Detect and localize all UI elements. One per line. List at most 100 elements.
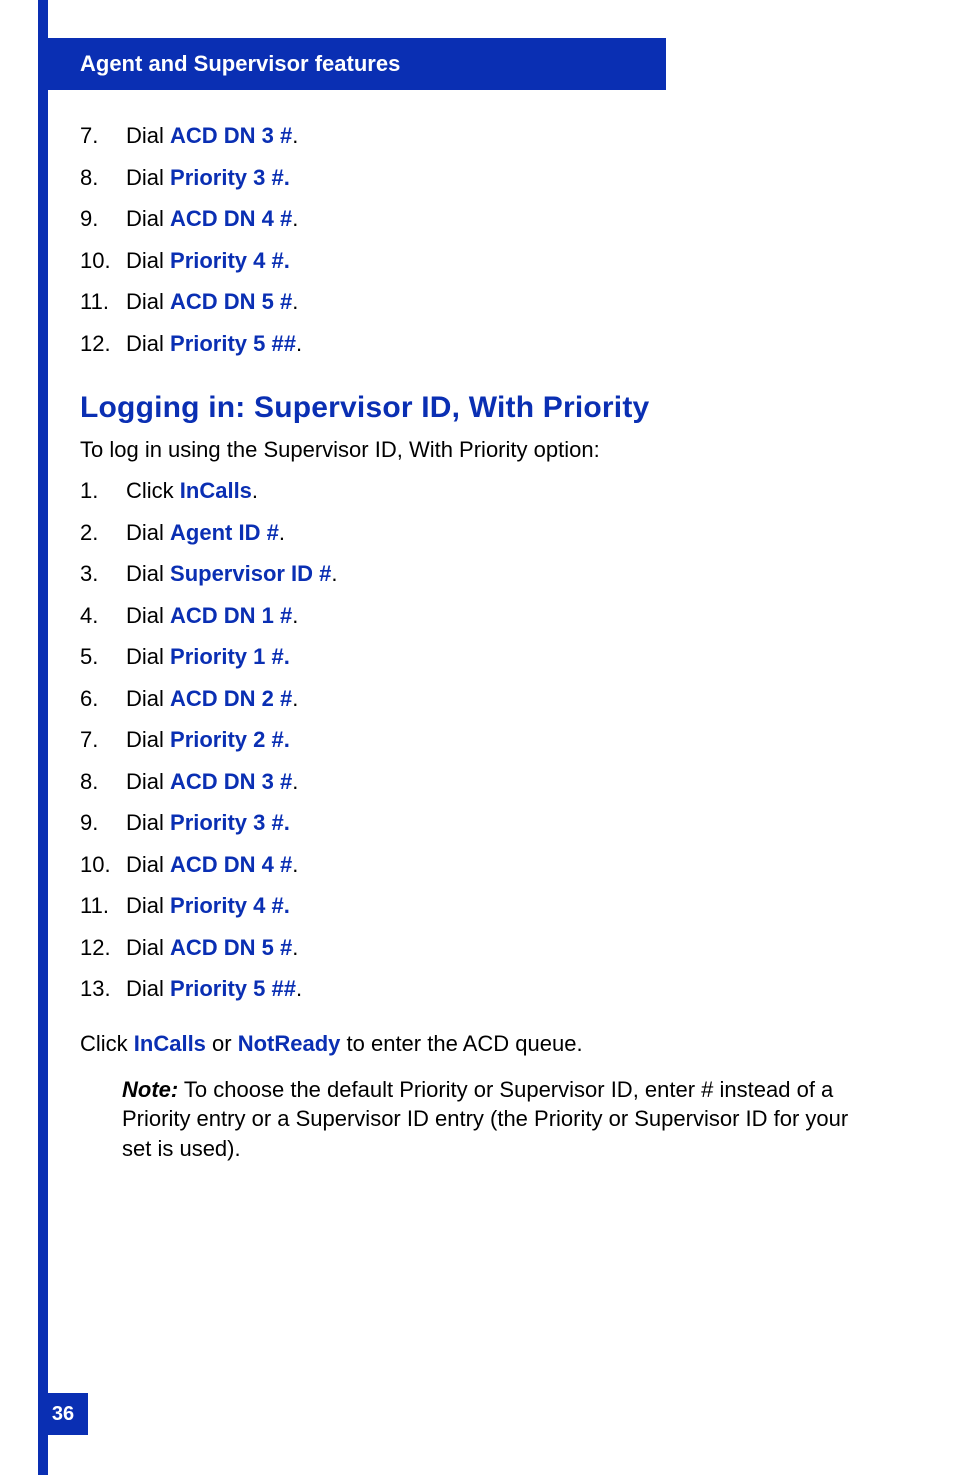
- subsection-intro: To log in using the Supervisor ID, With …: [80, 437, 880, 463]
- step-body: Dial Priority 5 ##.: [126, 330, 302, 358]
- step-item: 7.Dial ACD DN 3 #.: [80, 122, 880, 150]
- step-lead: Dial: [126, 331, 170, 356]
- step-body: Dial Supervisor ID #.: [126, 560, 338, 588]
- step-tail: .: [292, 289, 298, 314]
- step-item: 10.Dial Priority 4 #.: [80, 247, 880, 275]
- step-item: 5.Dial Priority 1 #.: [80, 643, 880, 671]
- step-lead: Dial: [126, 769, 170, 794]
- step-lead: Dial: [126, 976, 170, 1001]
- step-body: Dial ACD DN 4 #.: [126, 851, 298, 879]
- click-line-mid: or: [206, 1031, 238, 1056]
- step-tail: .: [252, 478, 258, 503]
- note-label: Note:: [122, 1077, 178, 1102]
- step-lead: Dial: [126, 561, 170, 586]
- step-lead: Dial: [126, 123, 170, 148]
- step-item: 12.Dial ACD DN 5 #.: [80, 934, 880, 962]
- subsection-heading: Logging in: Supervisor ID, With Priority: [80, 391, 880, 425]
- step-tail: .: [292, 935, 298, 960]
- step-keyword: ACD DN 3 #: [170, 769, 292, 794]
- step-item: 13.Dial Priority 5 ##.: [80, 975, 880, 1003]
- step-body: Dial Priority 5 ##.: [126, 975, 302, 1003]
- step-lead: Dial: [126, 686, 170, 711]
- step-lead: Dial: [126, 727, 170, 752]
- page-content: 7.Dial ACD DN 3 #.8.Dial Priority 3 #.9.…: [80, 108, 880, 1164]
- step-number: 1.: [80, 477, 126, 505]
- step-number: 3.: [80, 560, 126, 588]
- step-body: Dial ACD DN 2 #.: [126, 685, 298, 713]
- step-number: 8.: [80, 164, 126, 192]
- step-keyword: Priority 5 ##: [170, 976, 296, 1001]
- step-keyword: ACD DN 2 #: [170, 686, 292, 711]
- step-item: 9.Dial Priority 3 #.: [80, 809, 880, 837]
- step-keyword: Priority 4 #.: [170, 248, 290, 273]
- step-tail: .: [279, 520, 285, 545]
- step-body: Dial ACD DN 5 #.: [126, 934, 298, 962]
- left-strip: [38, 0, 48, 1475]
- top-step-list: 7.Dial ACD DN 3 #.8.Dial Priority 3 #.9.…: [80, 122, 880, 357]
- step-lead: Dial: [126, 520, 170, 545]
- step-item: 6.Dial ACD DN 2 #.: [80, 685, 880, 713]
- step-item: 8.Dial ACD DN 3 #.: [80, 768, 880, 796]
- step-lead: Dial: [126, 935, 170, 960]
- step-keyword: ACD DN 5 #: [170, 289, 292, 314]
- step-body: Dial Priority 4 #.: [126, 892, 290, 920]
- step-body: Dial Agent ID #.: [126, 519, 285, 547]
- step-number: 7.: [80, 726, 126, 754]
- step-number: 11.: [80, 288, 126, 316]
- step-item: 11.Dial Priority 4 #.: [80, 892, 880, 920]
- step-body: Dial Priority 2 #.: [126, 726, 290, 754]
- step-item: 1.Click InCalls.: [80, 477, 880, 505]
- step-item: 2.Dial Agent ID #.: [80, 519, 880, 547]
- step-tail: .: [292, 769, 298, 794]
- step-keyword: Priority 2 #.: [170, 727, 290, 752]
- section-step-list: 1.Click InCalls.2.Dial Agent ID #.3.Dial…: [80, 477, 880, 1003]
- step-keyword: ACD DN 3 #: [170, 123, 292, 148]
- step-tail: .: [296, 331, 302, 356]
- step-keyword: InCalls: [180, 478, 252, 503]
- step-body: Dial ACD DN 1 #.: [126, 602, 298, 630]
- section-header: Agent and Supervisor features: [38, 38, 666, 90]
- step-keyword: Priority 3 #.: [170, 810, 290, 835]
- step-lead: Dial: [126, 289, 170, 314]
- step-item: 9.Dial ACD DN 4 #.: [80, 205, 880, 233]
- step-keyword: ACD DN 5 #: [170, 935, 292, 960]
- step-number: 10.: [80, 247, 126, 275]
- step-keyword: Priority 5 ##: [170, 331, 296, 356]
- note-block: Note: To choose the default Priority or …: [122, 1075, 862, 1164]
- step-body: Dial Priority 3 #.: [126, 809, 290, 837]
- step-number: 9.: [80, 205, 126, 233]
- step-keyword: Agent ID #: [170, 520, 279, 545]
- step-tail: .: [292, 686, 298, 711]
- step-lead: Dial: [126, 852, 170, 877]
- step-number: 10.: [80, 851, 126, 879]
- page-number-text: 36: [52, 1403, 74, 1426]
- step-keyword: ACD DN 4 #: [170, 852, 292, 877]
- document-page: Agent and Supervisor features 7.Dial ACD…: [0, 0, 954, 1475]
- step-lead: Dial: [126, 893, 170, 918]
- step-number: 12.: [80, 330, 126, 358]
- step-body: Dial ACD DN 3 #.: [126, 122, 298, 150]
- step-keyword: ACD DN 1 #: [170, 603, 292, 628]
- step-tail: .: [296, 976, 302, 1001]
- step-lead: Dial: [126, 644, 170, 669]
- step-number: 12.: [80, 934, 126, 962]
- step-lead: Dial: [126, 165, 170, 190]
- step-body: Dial Priority 4 #.: [126, 247, 290, 275]
- step-body: Dial Priority 3 #.: [126, 164, 290, 192]
- step-item: 3.Dial Supervisor ID #.: [80, 560, 880, 588]
- step-number: 13.: [80, 975, 126, 1003]
- step-keyword: Supervisor ID #: [170, 561, 331, 586]
- step-item: 10.Dial ACD DN 4 #.: [80, 851, 880, 879]
- step-body: Dial ACD DN 3 #.: [126, 768, 298, 796]
- step-lead: Dial: [126, 206, 170, 231]
- step-lead: Dial: [126, 248, 170, 273]
- step-item: 4.Dial ACD DN 1 #.: [80, 602, 880, 630]
- click-line-notready: NotReady: [238, 1031, 341, 1056]
- section-header-text: Agent and Supervisor features: [80, 51, 400, 77]
- step-keyword: Priority 3 #.: [170, 165, 290, 190]
- step-number: 6.: [80, 685, 126, 713]
- step-keyword: Priority 1 #.: [170, 644, 290, 669]
- step-item: 8.Dial Priority 3 #.: [80, 164, 880, 192]
- step-tail: .: [331, 561, 337, 586]
- step-tail: .: [292, 206, 298, 231]
